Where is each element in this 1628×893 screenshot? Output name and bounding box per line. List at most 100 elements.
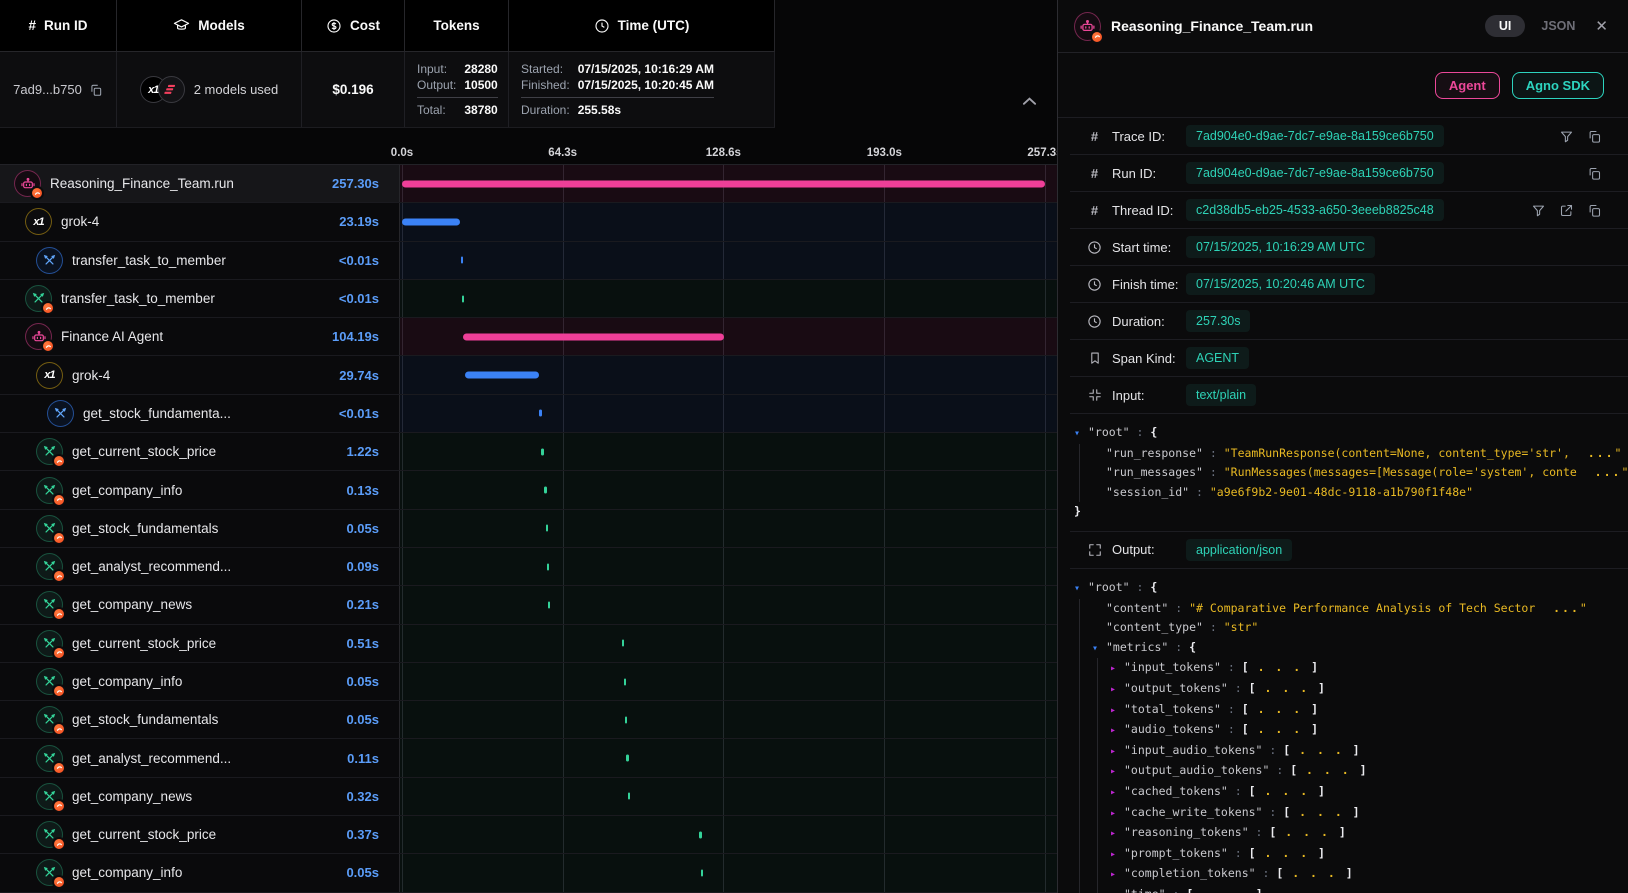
external-icon[interactable] xyxy=(1559,203,1574,218)
span-row[interactable]: get_stock_fundamenta... <0.01s xyxy=(0,395,1057,433)
field-value-chip[interactable]: 07/15/2025, 10:16:29 AM UTC xyxy=(1186,236,1375,258)
span-name: get_current_stock_price xyxy=(72,444,216,459)
span-name: get_stock_fundamentals xyxy=(72,712,218,727)
span-row[interactable]: get_stock_fundamentals 0.05s xyxy=(0,510,1057,548)
span-row[interactable]: get_company_news 0.21s xyxy=(0,586,1057,624)
team-icon xyxy=(1074,12,1101,41)
team-agent-icon xyxy=(25,323,52,350)
json-root[interactable]: ▾"root" : { xyxy=(1074,578,1628,599)
ui-toggle-button[interactable]: UI xyxy=(1485,15,1526,37)
models-count: 2 models used xyxy=(194,82,279,97)
clock-icon xyxy=(1086,240,1103,255)
span-row[interactable]: get_company_news 0.32s xyxy=(0,778,1057,816)
output-json-tree: ▾"root" : { "content" : "# Comparative P… xyxy=(1058,569,1628,893)
span-track xyxy=(400,395,1057,432)
span-track xyxy=(400,242,1057,279)
json-node-collapsed[interactable]: ▸"output_tokens" : [ . . . ] xyxy=(1110,679,1628,700)
team-agent-icon xyxy=(14,170,41,197)
json-leaf: "content" : "# Comparative Performance A… xyxy=(1092,599,1628,619)
span-track xyxy=(400,548,1057,585)
xai-model-icon: x1 xyxy=(25,208,52,235)
json-node-collapsed[interactable]: ▸"audio_tokens" : [ . . . ] xyxy=(1110,720,1628,741)
span-track xyxy=(400,433,1057,470)
field-value-chip[interactable]: 07/15/2025, 10:20:46 AM UTC xyxy=(1186,273,1375,295)
json-node[interactable]: ▾"metrics" : { xyxy=(1092,638,1628,659)
span-row[interactable]: get_company_info 0.05s xyxy=(0,663,1057,701)
json-node-collapsed[interactable]: ▸"time" : [ . . . ] xyxy=(1110,885,1628,893)
field-value-chip[interactable]: 257.30s xyxy=(1186,310,1250,332)
json-node-collapsed[interactable]: ▸"reasoning_tokens" : [ . . . ] xyxy=(1110,823,1628,844)
tool-icon xyxy=(36,745,63,772)
close-icon[interactable]: ✕ xyxy=(1595,17,1608,35)
json-toggle-button[interactable]: JSON xyxy=(1541,19,1575,33)
col-cost[interactable]: Cost xyxy=(302,0,405,51)
agent-tag[interactable]: Agent xyxy=(1435,72,1500,99)
run-row[interactable]: 7ad9...b750 x1 2 models used $0.196 Inpu… xyxy=(0,52,775,128)
tool-icon xyxy=(36,859,63,886)
copy-icon[interactable] xyxy=(1587,203,1602,218)
span-duration: 0.32s xyxy=(346,789,399,804)
agno-sdk-tag[interactable]: Agno SDK xyxy=(1512,72,1604,99)
filter-icon[interactable] xyxy=(1531,203,1546,218)
json-node-collapsed[interactable]: ▸"total_tokens" : [ . . . ] xyxy=(1110,700,1628,721)
field-row-trace-id: # Trace ID: 7ad904e0-d9ae-7dc7-e9ae-8a15… xyxy=(1058,118,1628,154)
copy-icon[interactable] xyxy=(1587,166,1602,181)
span-row[interactable]: transfer_task_to_member <0.01s xyxy=(0,280,1057,318)
span-row[interactable]: get_company_info 0.13s xyxy=(0,471,1057,509)
collapse-chevron-icon[interactable] xyxy=(1022,96,1037,106)
col-time[interactable]: Time (UTC) xyxy=(509,0,775,51)
span-row[interactable]: Finance AI Agent 104.19s xyxy=(0,318,1057,356)
span-row[interactable]: get_company_info 0.05s xyxy=(0,854,1057,892)
span-row[interactable]: Reasoning_Finance_Team.run 257.30s xyxy=(0,165,1057,203)
field-value-chip[interactable]: 7ad904e0-d9ae-7dc7-e9ae-8a159ce6b750 xyxy=(1186,162,1444,184)
field-value-chip[interactable]: c2d38db5-eb25-4533-a650-3eeeb8825c48 xyxy=(1186,199,1444,221)
panel-header: Reasoning_Finance_Team.run UI JSON ✕ xyxy=(1058,0,1628,53)
bookmark-icon xyxy=(1086,351,1103,365)
span-row[interactable]: x1 grok-4 23.19s xyxy=(0,203,1057,241)
span-track xyxy=(400,280,1057,317)
copy-icon[interactable] xyxy=(1587,129,1602,144)
field-value-chip[interactable]: application/json xyxy=(1186,539,1292,561)
span-bar xyxy=(548,601,550,608)
hash-icon: # xyxy=(1086,166,1103,181)
json-node-collapsed[interactable]: ▸"input_audio_tokens" : [ . . . ] xyxy=(1110,741,1628,762)
span-name: transfer_task_to_member xyxy=(72,253,226,268)
span-bar xyxy=(539,410,541,417)
span-row[interactable]: get_current_stock_price 0.51s xyxy=(0,625,1057,663)
span-track xyxy=(400,739,1057,776)
json-root[interactable]: ▾"root" : { xyxy=(1074,423,1628,444)
tool-icon xyxy=(36,783,63,810)
json-node-collapsed[interactable]: ▸"output_audio_tokens" : [ . . . ] xyxy=(1110,761,1628,782)
span-row[interactable]: get_analyst_recommend... 0.09s xyxy=(0,548,1057,586)
span-duration: 1.22s xyxy=(346,444,399,459)
span-row[interactable]: get_stock_fundamentals 0.05s xyxy=(0,701,1057,739)
span-row[interactable]: x1 grok-4 29.74s xyxy=(0,356,1057,394)
field-value-chip[interactable]: text/plain xyxy=(1186,384,1256,406)
span-row[interactable]: get_current_stock_price 1.22s xyxy=(0,433,1057,471)
json-node-collapsed[interactable]: ▸"prompt_tokens" : [ . . . ] xyxy=(1110,844,1628,865)
col-models[interactable]: Models xyxy=(117,0,302,51)
span-row[interactable]: get_current_stock_price 0.37s xyxy=(0,816,1057,854)
col-tokens[interactable]: Tokens xyxy=(405,0,509,51)
span-row[interactable]: get_analyst_recommend... 0.11s xyxy=(0,739,1057,777)
field-value-chip[interactable]: 7ad904e0-d9ae-7dc7-e9ae-8a159ce6b750 xyxy=(1186,125,1444,147)
panel-fields: # Trace ID: 7ad904e0-d9ae-7dc7-e9ae-8a15… xyxy=(1058,118,1628,893)
col-run-id[interactable]: #Run ID xyxy=(0,0,117,51)
json-node-collapsed[interactable]: ▸"completion_tokens" : [ . . . ] xyxy=(1110,864,1628,885)
hash-icon: # xyxy=(1086,203,1103,218)
json-leaf: "run_messages" : "RunMessages(messages=[… xyxy=(1092,463,1628,483)
span-track xyxy=(400,586,1057,623)
json-node-collapsed[interactable]: ▸"cached_tokens" : [ . . . ] xyxy=(1110,782,1628,803)
shrink-icon xyxy=(1086,388,1103,402)
run-id-value: 7ad9...b750 xyxy=(13,82,103,97)
json-node-collapsed[interactable]: ▸"input_tokens" : [ . . . ] xyxy=(1110,658,1628,679)
span-name: grok-4 xyxy=(72,368,110,383)
tool-icon xyxy=(36,515,63,542)
span-row[interactable]: transfer_task_to_member <0.01s xyxy=(0,242,1057,280)
copy-icon[interactable] xyxy=(89,83,103,97)
filter-icon[interactable] xyxy=(1559,129,1574,144)
json-node-collapsed[interactable]: ▸"cache_write_tokens" : [ . . . ] xyxy=(1110,803,1628,824)
field-value-chip[interactable]: AGENT xyxy=(1186,347,1249,369)
timeline-axis: 0.0s64.3s128.6s193.0s257.3s xyxy=(0,133,1057,164)
span-bar xyxy=(541,448,544,455)
